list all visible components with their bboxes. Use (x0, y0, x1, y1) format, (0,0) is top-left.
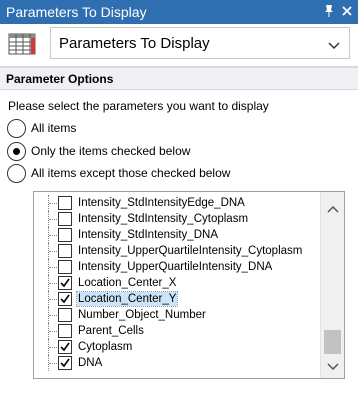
radio-label[interactable]: All items except those checked below (31, 166, 230, 180)
list-item-label[interactable]: Intensity_StdIntensity_DNA (77, 228, 219, 242)
checkbox[interactable] (58, 212, 72, 226)
scroll-down-icon[interactable] (327, 360, 339, 371)
checkbox-checked[interactable] (58, 356, 72, 370)
list-item[interactable]: Number_Object_Number (34, 307, 320, 323)
radio-only-checked[interactable]: Only the items checked below (7, 142, 237, 162)
list-item[interactable]: Intensity_StdIntensity_DNA (34, 227, 320, 243)
checkbox[interactable] (58, 324, 72, 338)
vertical-scrollbar[interactable] (320, 192, 344, 378)
tree-branch (49, 331, 57, 332)
list-item-label[interactable]: Parent_Cells (77, 324, 145, 338)
pin-icon[interactable] (322, 3, 336, 19)
checkbox[interactable] (58, 244, 72, 258)
tree-branch (49, 363, 57, 364)
window-title: Parameters To Display (6, 4, 147, 20)
section-title: Parameter Options (6, 72, 114, 86)
list-item-label[interactable]: Number_Object_Number (77, 308, 207, 322)
checkbox[interactable] (58, 228, 72, 242)
section-header: Parameter Options (0, 68, 358, 90)
list-item[interactable]: Intensity_StdIntensity_Cytoplasm (34, 211, 320, 227)
tree-branch (49, 203, 57, 204)
view-dropdown[interactable]: Parameters To Display (50, 27, 350, 59)
radio-dot (13, 148, 20, 155)
list-item-label[interactable]: Intensity_UpperQuartileIntensity_DNA (77, 260, 273, 274)
list-item-label[interactable]: Intensity_StdIntensityEdge_DNA (77, 196, 246, 210)
list-item[interactable]: Parent_Cells (34, 323, 320, 339)
view-dropdown-value: Parameters To Display (59, 35, 210, 52)
checkbox[interactable] (58, 196, 72, 210)
parameter-list[interactable]: Intensity_StdIntensityEdge_DNA Intensity_… (33, 191, 345, 379)
radio-circle[interactable] (7, 164, 26, 183)
list-item-label[interactable]: Intensity_StdIntensity_Cytoplasm (77, 212, 249, 226)
tree-branch (49, 267, 57, 268)
tree-branch (49, 235, 57, 236)
list-item[interactable]: Cytoplasm (34, 339, 320, 355)
list-item[interactable]: Location_Center_X (34, 275, 320, 291)
list-item-label[interactable]: Intensity_UpperQuartileIntensity_Cytopla… (77, 244, 303, 258)
title-bar: Parameters To Display (0, 0, 358, 24)
tree-branch (49, 347, 57, 348)
checkbox-checked[interactable] (58, 340, 72, 354)
list-item[interactable]: DNA (34, 355, 320, 371)
list-item[interactable]: Intensity_UpperQuartileIntensity_Cytopla… (34, 243, 320, 259)
chevron-down-icon (328, 39, 340, 50)
radio-circle[interactable] (7, 119, 26, 138)
radio-all-items[interactable]: All items (7, 119, 237, 139)
parameter-list-rows: Intensity_StdIntensityEdge_DNA Intensity_… (34, 192, 320, 378)
list-item[interactable]: Intensity_UpperQuartileIntensity_DNA (34, 259, 320, 275)
radio-label[interactable]: All items (31, 121, 76, 135)
radio-all-except[interactable]: All items except those checked below (7, 164, 237, 184)
list-item-label[interactable]: Cytoplasm (77, 340, 133, 354)
list-item[interactable]: Location_Center_Y (34, 291, 320, 307)
list-item-label[interactable]: Location_Center_Y (75, 291, 179, 307)
checkbox-checked[interactable] (58, 292, 72, 306)
tree-branch (49, 219, 57, 220)
tree-branch (49, 283, 57, 284)
tree-branch (49, 251, 57, 252)
tree-branch (49, 299, 57, 300)
tree-branch (49, 315, 57, 316)
radio-circle-selected[interactable] (7, 142, 26, 161)
checkbox[interactable] (58, 260, 72, 274)
radio-label[interactable]: Only the items checked below (31, 144, 190, 158)
list-item-label[interactable]: Location_Center_X (77, 276, 177, 290)
checkbox[interactable] (58, 308, 72, 322)
scrollbar-thumb[interactable] (324, 330, 341, 354)
scroll-up-icon[interactable] (327, 202, 339, 213)
list-item[interactable]: Intensity_StdIntensityEdge_DNA (34, 195, 320, 211)
list-item-label[interactable]: DNA (77, 356, 103, 370)
table-grid-icon (8, 32, 36, 56)
checkbox-checked[interactable] (58, 276, 72, 290)
instruction-text: Please select the parameters you want to… (8, 99, 269, 113)
close-icon[interactable] (340, 3, 354, 19)
